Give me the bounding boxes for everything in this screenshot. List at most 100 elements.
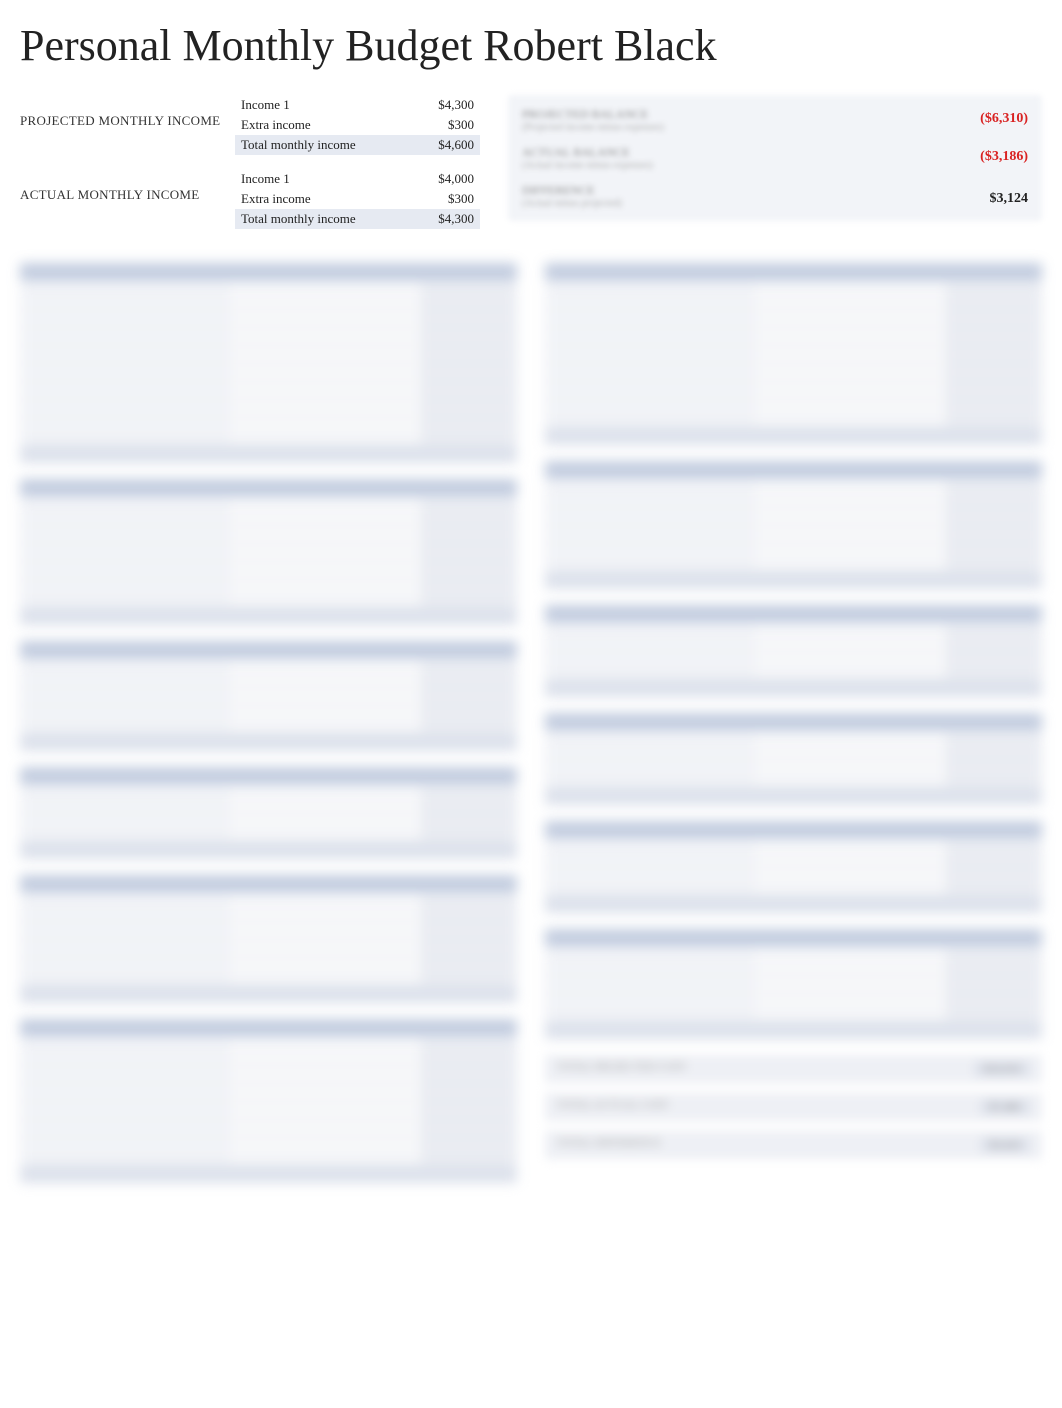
- row-value: $4,300: [404, 97, 474, 113]
- subtotal-row: [545, 1021, 1042, 1039]
- category-header: [20, 875, 517, 893]
- table-row: [20, 391, 517, 409]
- table-row: [545, 301, 1042, 319]
- table-row: [545, 661, 1042, 679]
- row-label: Income 1: [241, 97, 290, 113]
- table-row: [20, 949, 517, 967]
- table-row: [20, 319, 517, 337]
- table-row: [545, 373, 1042, 391]
- row-label: Income 1: [241, 171, 290, 187]
- category-header: [545, 461, 1042, 479]
- table-row: [545, 481, 1042, 499]
- projected-income-label: PROJECTED MONTHLY INCOME: [20, 95, 235, 155]
- table-row: [545, 517, 1042, 535]
- table-row: [20, 679, 517, 697]
- table-row: [545, 499, 1042, 517]
- row-value: $4,300: [404, 211, 474, 227]
- row-value: $300: [404, 191, 474, 207]
- table-row: [545, 1003, 1042, 1021]
- table-row: [20, 1057, 517, 1075]
- table-row: [20, 661, 517, 679]
- difference-value: $3,124: [990, 191, 1029, 207]
- total-label: TOTAL DIFFERENCE: [557, 1137, 661, 1153]
- category-table: [545, 929, 1042, 1039]
- table-row: [20, 823, 517, 841]
- category-header: [20, 479, 517, 497]
- table-row: [545, 319, 1042, 337]
- income-total-row: Total monthly income $4,300: [235, 209, 480, 229]
- category-header: [20, 1019, 517, 1037]
- row-value: $4,600: [404, 137, 474, 153]
- category-header: [545, 605, 1042, 623]
- subtotal-row: [20, 985, 517, 1003]
- category-table: [545, 461, 1042, 589]
- row-label: Total monthly income: [241, 137, 356, 153]
- subtotal-row: [20, 841, 517, 859]
- subtotal-row: [545, 571, 1042, 589]
- summary-projected-balance: PROJECTED BALANCE (Projected income minu…: [508, 101, 1042, 139]
- actual-balance-value: ($3,186): [980, 149, 1028, 165]
- category-header: [545, 929, 1042, 947]
- income-row: Income 1 $4,000: [235, 169, 480, 189]
- total-actual-row: TOTAL ACTUAL COST $7,486: [545, 1093, 1042, 1121]
- summary-card: PROJECTED BALANCE (Projected income minu…: [508, 95, 1042, 221]
- table-row: [545, 859, 1042, 877]
- total-difference-row: TOTAL DIFFERENCE $3,424: [545, 1131, 1042, 1159]
- actual-income-block: ACTUAL MONTHLY INCOME Income 1 $4,000 Ex…: [20, 169, 480, 229]
- total-value: $10,910: [974, 1061, 1030, 1077]
- income-row: Income 1 $4,300: [235, 95, 480, 115]
- category-table: [545, 821, 1042, 913]
- table-row: [545, 769, 1042, 787]
- category-table: [545, 605, 1042, 697]
- subtotal-row: [20, 445, 517, 463]
- table-row: [545, 841, 1042, 859]
- table-row: [20, 301, 517, 319]
- summary-label: ACTUAL BALANCE: [522, 145, 630, 159]
- total-label: TOTAL ACTUAL COST: [557, 1099, 669, 1115]
- table-row: [20, 1093, 517, 1111]
- table-row: [545, 949, 1042, 967]
- table-row: [20, 571, 517, 589]
- income-total-row: Total monthly income $4,600: [235, 135, 480, 155]
- table-row: [20, 427, 517, 445]
- subtotal-row: [545, 427, 1042, 445]
- table-row: [20, 697, 517, 715]
- table-row: [20, 499, 517, 517]
- table-row: [545, 409, 1042, 427]
- table-row: [545, 355, 1042, 373]
- table-row: [20, 283, 517, 301]
- category-header: [20, 641, 517, 659]
- category-table: [545, 263, 1042, 445]
- table-row: [545, 751, 1042, 769]
- subtotal-row: [545, 787, 1042, 805]
- table-row: [20, 589, 517, 607]
- summary-label: DIFFERENCE: [522, 183, 595, 197]
- category-table: [20, 875, 517, 1003]
- category-table: [20, 641, 517, 751]
- table-row: [20, 1075, 517, 1093]
- table-row: [20, 1129, 517, 1147]
- table-row: [545, 967, 1042, 985]
- page-title: Personal Monthly Budget Robert Black: [20, 20, 1042, 71]
- table-row: [20, 895, 517, 913]
- table-row: [20, 1147, 517, 1165]
- summary-sublabel: (Projected income minus expenses): [522, 122, 664, 133]
- totals-block: TOTAL PROJECTED COST $10,910 TOTAL ACTUA…: [545, 1055, 1042, 1159]
- table-row: [20, 715, 517, 733]
- table-row: [20, 931, 517, 949]
- table-row: [20, 553, 517, 571]
- table-row: [20, 1039, 517, 1057]
- table-row: [545, 535, 1042, 553]
- projected-balance-value: ($6,310): [980, 111, 1028, 127]
- table-row: [545, 877, 1042, 895]
- summary-difference: DIFFERENCE (Actual minus projected): [508, 177, 1042, 215]
- subtotal-row: [20, 733, 517, 751]
- table-row: [545, 283, 1042, 301]
- subtotal-row: [545, 895, 1042, 913]
- category-header: [20, 767, 517, 785]
- table-row: [545, 625, 1042, 643]
- table-row: [545, 733, 1042, 751]
- top-section: PROJECTED MONTHLY INCOME Income 1 $4,300…: [20, 95, 1042, 243]
- table-row: [20, 805, 517, 823]
- category-header: [545, 821, 1042, 839]
